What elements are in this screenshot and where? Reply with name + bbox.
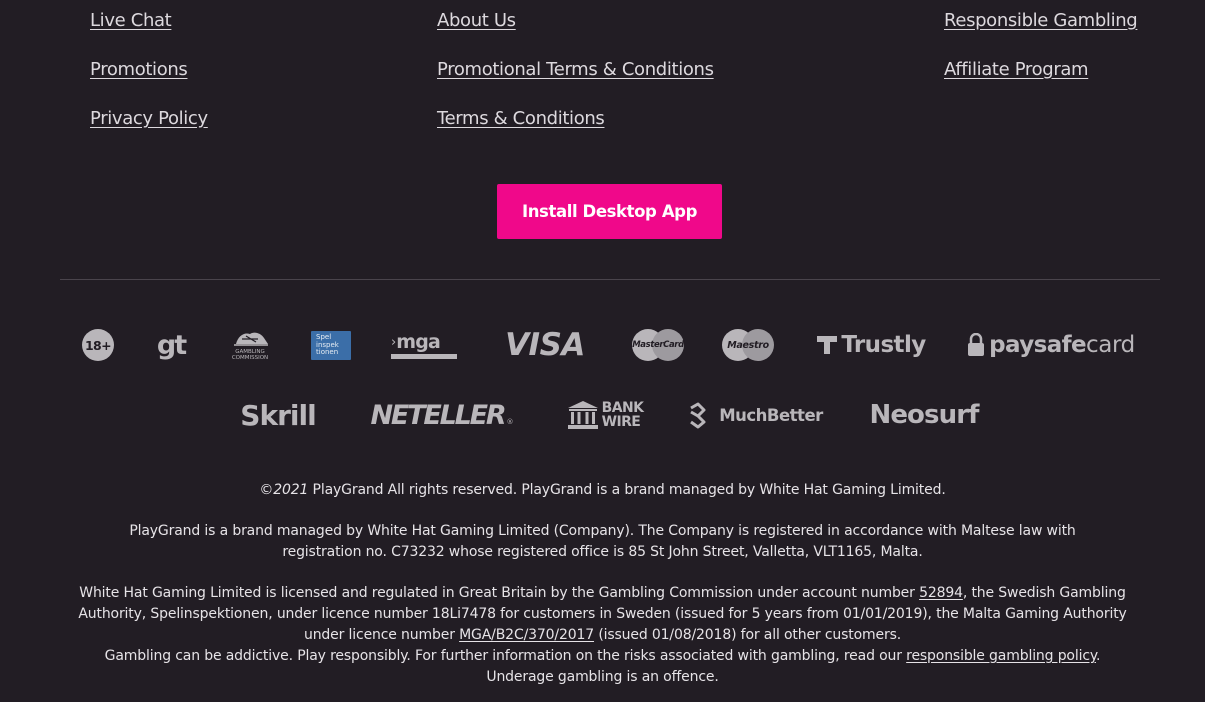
bank-wire-logo: BANK WIRE — [563, 398, 647, 432]
skrill-logo: Skrill — [232, 395, 324, 435]
gt-logo: gt — [152, 328, 190, 362]
mga-logo-bar — [391, 354, 457, 359]
maestro-logo: Maestro — [722, 329, 774, 361]
neteller-logo: NETELLER ® — [361, 397, 523, 433]
terms-conditions-link[interactable]: Terms & Conditions — [437, 107, 714, 156]
paysafecard-logo: paysafe card — [966, 327, 1136, 363]
promotions-link[interactable]: Promotions — [90, 58, 208, 107]
mga-licence-link[interactable]: MGA/B2C/370/2017 — [459, 627, 594, 643]
bank-building-icon — [567, 401, 598, 429]
addiction-warning-end: . — [1096, 648, 1101, 664]
muchbetter-mark-icon — [690, 402, 706, 429]
trustly-logo-text: Trustly — [841, 332, 926, 358]
footer-links-column-2: About Us Promotional Terms & Conditions … — [437, 9, 714, 156]
visa-logo-text: VISA — [505, 327, 585, 363]
install-desktop-app-button[interactable]: Install Desktop App — [497, 184, 722, 239]
visa-logo: VISA — [498, 326, 592, 364]
muchbetter-logo: MuchBetter — [683, 397, 826, 433]
trustly-logo: Trustly — [814, 328, 928, 362]
neosurf-logo: Neosurf — [862, 396, 986, 434]
mga-logo: › mga — [391, 328, 459, 362]
copyright-text: ©2021 PlayGrand All rights reserved. Pla… — [60, 480, 1145, 501]
footer-links-column-1: Live Chat Promotions Privacy Policy — [90, 9, 208, 156]
neosurf-logo-text: Neosurf — [869, 400, 979, 430]
licence-text: White Hat Gaming Limited is licensed and… — [60, 583, 1145, 688]
gt-logo-text: gt — [156, 329, 187, 361]
copyright-year: 2021 — [273, 482, 309, 498]
paysafecard-text-bold: paysafe — [989, 332, 1087, 358]
mastercard-logo-text: MasterCard — [632, 340, 684, 350]
spelinspektionen-logo: Spel inspek tionen — [311, 331, 351, 360]
gambling-commission-text: GAMBLING COMMISSION — [231, 349, 269, 361]
maestro-logo-text: Maestro — [727, 339, 769, 351]
trustly-mark-icon — [817, 336, 838, 354]
footer-links-column-3: Responsible Gambling Affiliate Program — [944, 9, 1138, 107]
responsible-gambling-policy-link[interactable]: responsible gambling policy — [906, 648, 1096, 664]
neteller-logo-text: NETELLER — [370, 399, 507, 431]
age-18-plus-icon: 18+ — [82, 329, 114, 361]
registered-mark-icon: ® — [506, 418, 514, 426]
underage-warning-text: Underage gambling is an offence. — [486, 669, 719, 685]
spelinspektionen-text: Spel inspek tionen — [316, 333, 339, 357]
footer-links: Live Chat Promotions Privacy Policy Abou… — [0, 0, 1205, 160]
wire-text: WIRE — [601, 414, 641, 430]
paysafecard-text-light: card — [1086, 332, 1135, 358]
muchbetter-logo-text: MuchBetter — [719, 405, 823, 425]
company-registration-text: PlayGrand is a brand managed by White Ha… — [129, 523, 1076, 560]
licence-text-part-1: White Hat Gaming Limited is licensed and… — [79, 585, 920, 601]
licence-text-part-3: (issued 01/08/2018) for all other custom… — [594, 627, 902, 643]
bank-wire-text: BANK WIRE — [602, 401, 644, 429]
live-chat-link[interactable]: Live Chat — [90, 9, 208, 58]
addiction-warning-text: Gambling can be addictive. Play responsi… — [104, 648, 907, 664]
gambling-commission-account-link[interactable]: 52894 — [919, 585, 963, 601]
padlock-icon — [968, 333, 985, 356]
copyright-statement: PlayGrand All rights reserved. PlayGrand… — [308, 482, 946, 498]
privacy-policy-link[interactable]: Privacy Policy — [90, 107, 208, 156]
about-us-link[interactable]: About Us — [437, 9, 714, 58]
bank-text: BANK — [601, 400, 644, 416]
divider — [60, 279, 1160, 280]
mga-logo-top: › mga — [391, 331, 441, 353]
promotional-terms-link[interactable]: Promotional Terms & Conditions — [437, 58, 714, 107]
mga-logo-text: mga — [396, 331, 441, 353]
skrill-logo-text: Skrill — [240, 398, 316, 432]
copyright-symbol: © — [259, 482, 274, 498]
mastercard-logo: MasterCard — [632, 329, 684, 361]
gambling-commission-logo: GAMBLING COMMISSION — [226, 328, 274, 362]
affiliate-program-link[interactable]: Affiliate Program — [944, 58, 1137, 107]
age-18-plus-label: 18+ — [84, 337, 112, 353]
responsible-gambling-link[interactable]: Responsible Gambling — [944, 9, 1138, 58]
gambling-commission-emblem-icon — [234, 332, 268, 346]
